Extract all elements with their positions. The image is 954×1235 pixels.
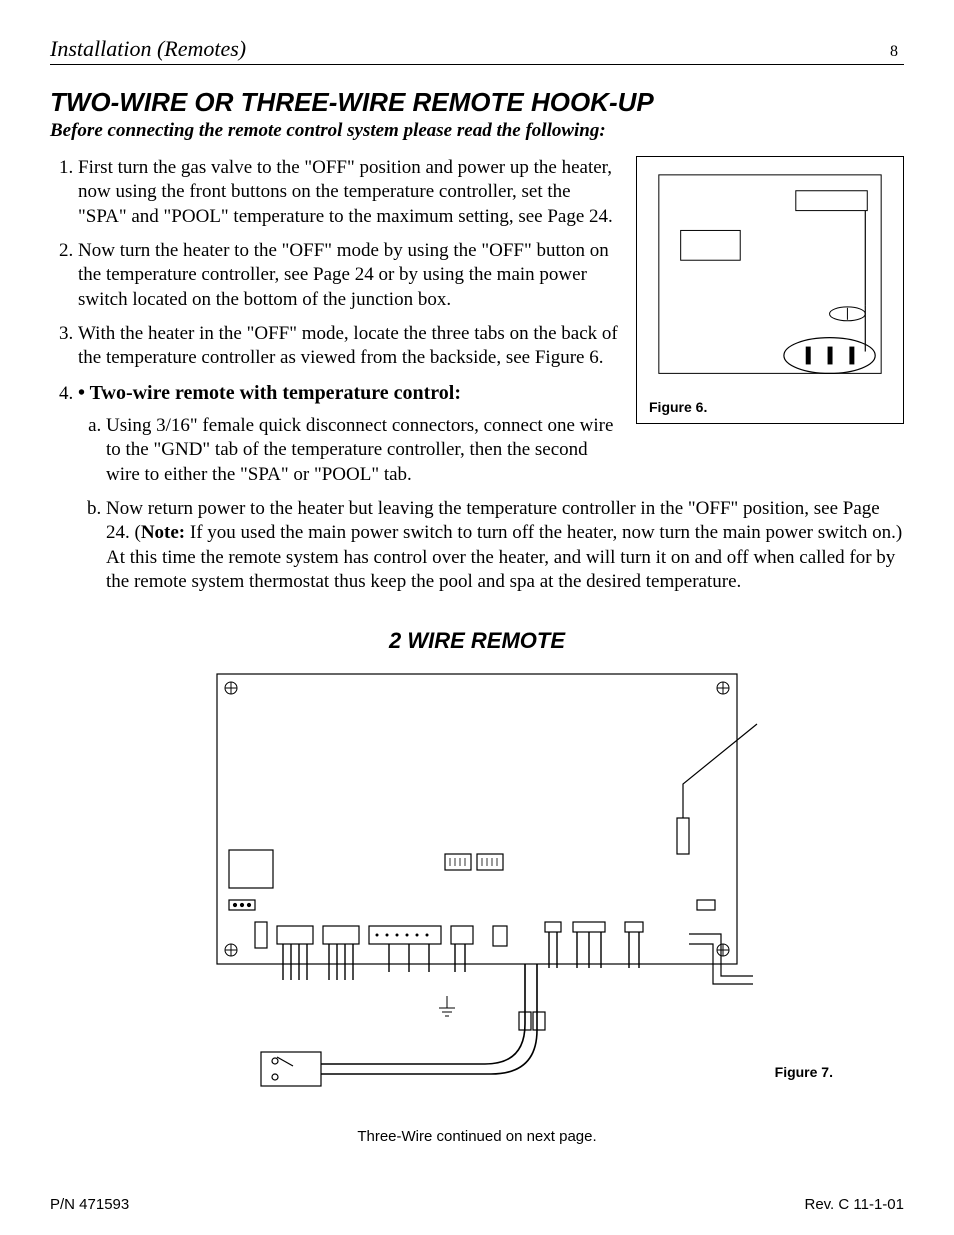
continuation-note: Three-Wire continued on next page. [50, 1128, 904, 1145]
figure-7-title: 2 WIRE REMOTE [50, 628, 904, 654]
page-footer: P/N 471593 Rev. C 11-1-01 [50, 1196, 904, 1213]
header-page-number: 8 [890, 43, 904, 61]
footer-revision: Rev. C 11-1-01 [805, 1196, 905, 1213]
content-area: Figure 6. First turn the gas valve to th… [50, 156, 904, 594]
figure-6-diagram [637, 157, 903, 423]
step-1: First turn the gas valve to the "OFF" po… [78, 156, 618, 229]
figure-6: Figure 6. [636, 156, 904, 424]
figure-7-diagram [157, 664, 797, 1094]
step-4b-post: If you used the main power switch to tur… [106, 522, 902, 592]
step-2: Now turn the heater to the "OFF" mode by… [78, 239, 618, 312]
step-4a: Using 3/16" female quick disconnect conn… [106, 414, 618, 487]
figure-7-label: Figure 7. [775, 1064, 833, 1080]
figure-7: Figure 7. [157, 664, 797, 1094]
step-3: With the heater in the "OFF" mode, locat… [78, 322, 618, 371]
step-4b-note-label: Note: [141, 522, 185, 543]
page: Installation (Remotes) 8 TWO-WIRE OR THR… [0, 0, 954, 1235]
header-section-title: Installation (Remotes) [50, 36, 246, 62]
intro-note: Before connecting the remote control sys… [50, 120, 904, 142]
figure-6-label: Figure 6. [649, 399, 707, 415]
page-header: Installation (Remotes) 8 [50, 36, 904, 65]
step-4-heading: • Two-wire remote with temperature contr… [78, 382, 461, 404]
main-heading: TWO-WIRE OR THREE-WIRE REMOTE HOOK-UP [50, 87, 904, 118]
footer-part-number: P/N 471593 [50, 1196, 129, 1213]
step-4b: Now return power to the heater but leavi… [106, 497, 904, 594]
